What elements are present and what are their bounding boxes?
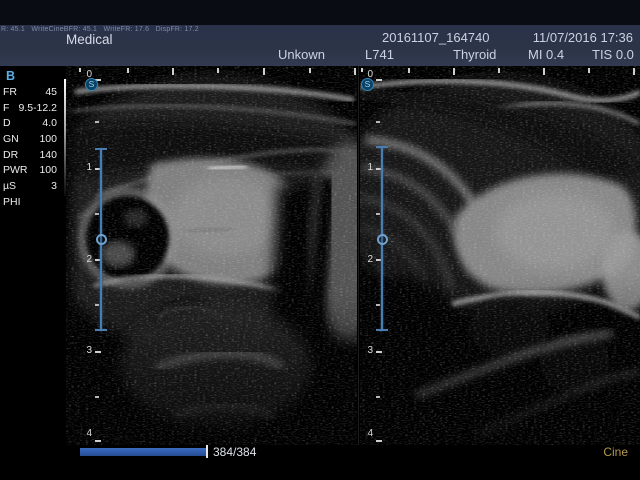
param-row: GN 100 [3, 133, 57, 149]
ultrasound-screen: R: 45.1 WriteCineBFR: 45.1 WriteFR: 17.6… [0, 0, 640, 480]
mi-value: MI 0.4 [528, 47, 564, 62]
ruler-tick [543, 68, 545, 75]
patient-name: Unkown [278, 47, 325, 62]
ultrasound-image-right [360, 66, 640, 445]
param-value: 100 [39, 164, 57, 177]
param-label: DR [3, 149, 18, 162]
ruler-tick [127, 68, 129, 73]
top-black-strip [0, 0, 640, 25]
cine-progress-bar[interactable] [80, 448, 206, 456]
param-label: GN [3, 133, 19, 146]
caliper-left[interactable] [95, 148, 107, 331]
ruler-tick [633, 68, 635, 75]
param-row: FR 45 [3, 86, 57, 102]
param-row: D 4.0 [3, 117, 57, 133]
ruler-tick [453, 68, 455, 75]
ruler-tick [172, 68, 174, 75]
study-id: 20161107_164740 [382, 30, 490, 45]
ruler-tick [376, 121, 380, 123]
depth-label: 1 [74, 162, 92, 174]
param-label: F [3, 102, 9, 115]
depth-label: 2 [74, 254, 92, 266]
cine-mode-label: Cine [603, 445, 628, 459]
param-row: µS 3 [3, 180, 57, 196]
us-frame-right[interactable]: 0 1 2 3 4 S [360, 66, 640, 445]
ruler-tick [217, 68, 219, 73]
param-label: PWR [3, 164, 28, 177]
param-row: DR 140 [3, 149, 57, 165]
date-time: 11/07/2016 17:36 [533, 30, 633, 45]
caliper-end-top [376, 146, 388, 148]
param-value: 4.0 [42, 117, 57, 130]
caliper-end-bottom [376, 329, 388, 331]
ruler-tick [263, 68, 265, 75]
ruler-tick [408, 68, 410, 73]
depth-label: 3 [74, 345, 92, 357]
cine-position-marker[interactable] [206, 445, 208, 458]
depth-label: 4 [360, 428, 373, 440]
ruler-tick [376, 440, 382, 442]
param-value: 140 [39, 149, 57, 162]
mode-indicator: B [6, 69, 15, 83]
ruler-tick [376, 396, 380, 398]
depth-label: 2 [360, 254, 373, 266]
param-value: 100 [39, 133, 57, 146]
param-label: PHI [3, 196, 21, 209]
caliper-handle[interactable] [96, 234, 107, 245]
ruler-tick [95, 351, 101, 353]
header-bar: R: 45.1 WriteCineBFR: 45.1 WriteFR: 17.6… [0, 25, 640, 66]
ruler-tick [588, 68, 590, 73]
depth-label: 3 [360, 345, 373, 357]
us-frame-left[interactable]: 0 1 2 3 4 S [66, 66, 357, 445]
probe-model: L741 [365, 47, 394, 62]
param-row: PHI [3, 196, 57, 212]
ruler-tick [376, 79, 382, 81]
caliper-handle[interactable] [377, 234, 388, 245]
ruler-tick [95, 396, 99, 398]
param-row: PWR 100 [3, 164, 57, 180]
caliper-right[interactable] [376, 146, 388, 331]
param-value: 3 [51, 180, 57, 193]
ruler-tick [354, 68, 356, 75]
param-value: 45 [45, 86, 57, 99]
probe-orientation-marker: S [85, 78, 98, 91]
param-label: µS [3, 180, 16, 193]
cine-frame-counter: 384/384 [213, 445, 256, 459]
param-label: FR [3, 86, 17, 99]
caliper-end-bottom [95, 329, 107, 331]
tis-value: TIS 0.0 [592, 47, 634, 62]
imaging-parameters-panel: B FR 45 F 9.5-12.2 D 4.0 GN 100 DR 140 PWR 100… [0, 66, 64, 445]
ruler-tick [95, 440, 101, 442]
ruler-tick [309, 68, 311, 73]
param-row: F 9.5-12.2 [3, 102, 57, 118]
parameter-list: FR 45 F 9.5-12.2 D 4.0 GN 100 DR 140 PWR 100 µ… [3, 86, 57, 212]
frame-divider [358, 66, 359, 445]
ultrasound-image-left [66, 66, 357, 445]
ruler-tick [95, 121, 99, 123]
exam-preset: Thyroid [453, 47, 496, 62]
facility-name: Medical [66, 32, 113, 47]
depth-label: 1 [360, 162, 373, 174]
depth-label: 4 [74, 428, 92, 440]
caliper-end-top [95, 148, 107, 150]
ruler-tick [498, 68, 500, 73]
ruler-tick [376, 351, 382, 353]
probe-orientation-marker: S [361, 78, 374, 91]
param-label: D [3, 117, 11, 130]
param-value: 9.5-12.2 [18, 102, 57, 115]
